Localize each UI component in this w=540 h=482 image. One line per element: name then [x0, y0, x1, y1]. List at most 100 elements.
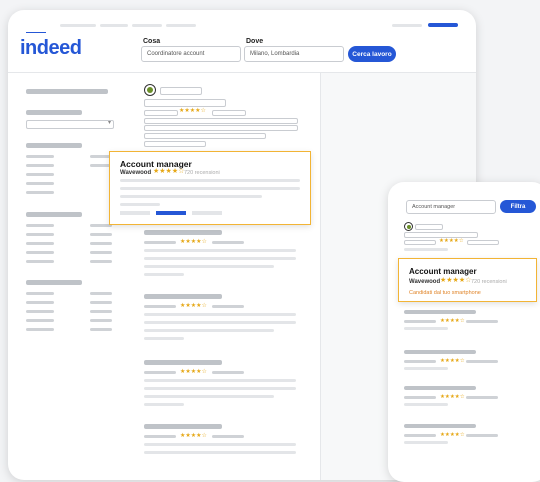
- job-title-placeholder: [144, 230, 222, 235]
- indeed-logo[interactable]: indeed: [20, 37, 82, 60]
- filter-placeholder: [26, 143, 82, 148]
- company-logo-icon: [404, 222, 413, 231]
- description-line: [144, 337, 184, 340]
- job-title-placeholder: [144, 360, 222, 365]
- rating-stars: ★★★★☆: [440, 358, 465, 364]
- description-line: [144, 451, 296, 454]
- filter-row: [26, 224, 54, 227]
- company-placeholder: [404, 360, 436, 363]
- description-line: [144, 141, 206, 147]
- reviews-placeholder: [212, 371, 244, 374]
- rating-stars: ★★★★☆: [180, 369, 207, 375]
- job-title-placeholder: [404, 350, 476, 354]
- mobile-job-title[interactable]: Account manager: [409, 267, 477, 276]
- nav-placeholder: [100, 24, 128, 27]
- job-title-placeholder: [160, 87, 202, 95]
- filter-row: [26, 242, 54, 245]
- mobile-apply-link[interactable]: Candidati dal tuo smartphone: [409, 290, 481, 296]
- rating-stars: ★★★★☆: [179, 108, 206, 114]
- nav-active-placeholder[interactable]: [428, 23, 458, 27]
- nav-placeholder: [392, 24, 422, 27]
- filter-button[interactable]: Filtra: [500, 200, 536, 213]
- description-line: [120, 179, 300, 182]
- filter-placeholder: [26, 110, 82, 115]
- description-line: [144, 125, 298, 131]
- where-input[interactable]: Milano, Lombardia: [244, 46, 344, 62]
- search-button[interactable]: Cerca lavoro: [348, 46, 396, 62]
- description-line: [144, 329, 274, 332]
- description-line: [404, 248, 448, 251]
- featured-reviews[interactable]: 720 recensioni: [184, 170, 220, 176]
- filter-row: [26, 328, 54, 331]
- filter-row: [26, 319, 54, 322]
- mobile-search-input[interactable]: Account manager: [406, 200, 496, 214]
- filter-row: [26, 191, 54, 194]
- company-placeholder: [144, 99, 226, 107]
- filter-row: [26, 292, 54, 295]
- filter-row: [26, 301, 54, 304]
- description-line: [144, 273, 184, 276]
- location-placeholder: [144, 110, 178, 116]
- job-title-placeholder: [144, 424, 222, 429]
- rating-stars: ★★★★☆: [440, 432, 465, 438]
- description-line: [144, 249, 296, 252]
- job-title-placeholder: [404, 386, 476, 390]
- mobile-featured-job-card[interactable]: Account manager Wavewood ★★★★☆ 720 recen…: [398, 258, 537, 302]
- description-line: [144, 257, 296, 260]
- filter-placeholder: [26, 89, 108, 94]
- description-line: [144, 118, 298, 124]
- featured-job-card[interactable]: Account manager Wavewood ★★★★☆ 720 recen…: [109, 151, 311, 225]
- filter-row: [26, 260, 54, 263]
- filter-row: [26, 233, 54, 236]
- mobile-frame: Account manager Filtra ★★★★☆ ★★★★☆ ★★★★☆…: [388, 182, 540, 482]
- description-line: [144, 265, 274, 268]
- filter-row: [90, 260, 112, 263]
- description-line: [404, 403, 448, 406]
- job-title-placeholder: [415, 224, 443, 230]
- action-placeholder[interactable]: [120, 211, 150, 215]
- description-line: [144, 133, 266, 139]
- what-label: Cosa: [143, 38, 161, 45]
- featured-company: Wavewood: [120, 170, 152, 176]
- rating-stars: ★★★★☆: [440, 318, 465, 324]
- filter-row: [26, 251, 54, 254]
- filter-row: [90, 328, 112, 331]
- mobile-company: Wavewood: [409, 279, 441, 285]
- rating-stars: ★★★★☆: [180, 303, 207, 309]
- apply-placeholder[interactable]: [156, 211, 186, 215]
- nav-placeholder: [60, 24, 96, 27]
- rating-stars: ★★★★☆: [440, 394, 465, 400]
- filter-select[interactable]: ▾: [26, 120, 114, 129]
- description-line: [120, 195, 262, 198]
- reviews-placeholder: [212, 435, 244, 438]
- reviews-placeholder: [466, 360, 498, 363]
- company-placeholder: [404, 434, 436, 437]
- filter-row: [26, 182, 54, 185]
- filter-row: [26, 155, 54, 158]
- chevron-down-icon: ▾: [107, 120, 111, 126]
- description-line: [404, 441, 448, 444]
- filter-row: [26, 310, 54, 313]
- reviews-placeholder: [466, 320, 498, 323]
- rating-stars: ★★★★☆: [439, 238, 464, 244]
- company-placeholder: [144, 435, 176, 438]
- job-title-placeholder: [144, 294, 222, 299]
- nav-placeholder: [132, 24, 162, 27]
- what-input[interactable]: Coordinatore account: [141, 46, 241, 62]
- filter-row: [90, 319, 112, 322]
- where-label: Dove: [246, 38, 264, 45]
- nav-placeholder: [166, 24, 196, 27]
- featured-rating-stars: ★★★★☆: [153, 168, 185, 175]
- description-line: [144, 403, 184, 406]
- rating-stars: ★★★★☆: [180, 433, 207, 439]
- description-line: [120, 203, 160, 206]
- action-placeholder[interactable]: [192, 211, 222, 215]
- reviews-placeholder: [467, 240, 499, 245]
- reviews-placeholder: [466, 396, 498, 399]
- mobile-reviews[interactable]: 720 recensioni: [471, 279, 507, 285]
- rating-stars: ★★★★☆: [180, 239, 207, 245]
- description-line: [404, 367, 448, 370]
- filter-row: [90, 292, 112, 295]
- reviews-placeholder: [212, 305, 244, 308]
- reviews-placeholder: [212, 241, 244, 244]
